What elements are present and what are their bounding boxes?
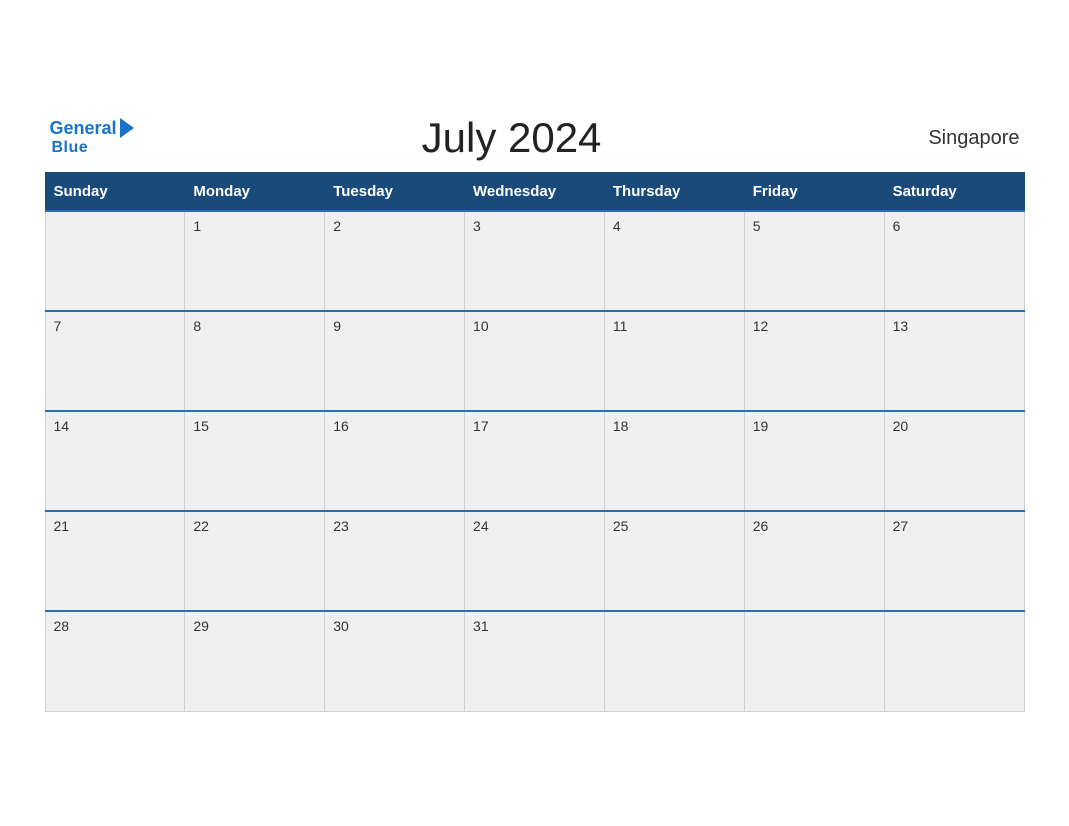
day-number: 29 (193, 618, 209, 634)
day-number: 10 (473, 318, 489, 334)
calendar-cell: 5 (744, 211, 884, 311)
day-number: 26 (753, 518, 769, 534)
day-number: 18 (613, 418, 629, 434)
logo-triangle-icon (120, 118, 134, 138)
calendar-cell (884, 611, 1024, 711)
calendar-week-row: 28 29 30 31 (45, 611, 1024, 711)
calendar-cell: 2 (325, 211, 465, 311)
calendar-cell: 1 (185, 211, 325, 311)
calendar-cell: 13 (884, 311, 1024, 411)
calendar-week-row: 7 8 9 10 11 12 13 (45, 311, 1024, 411)
header-wednesday: Wednesday (465, 173, 605, 212)
day-number: 24 (473, 518, 489, 534)
calendar-cell (45, 211, 185, 311)
calendar-cell (744, 611, 884, 711)
day-number: 28 (54, 618, 70, 634)
day-number: 3 (473, 218, 481, 234)
header-friday: Friday (744, 173, 884, 212)
day-number: 15 (193, 418, 209, 434)
calendar-cell: 10 (465, 311, 605, 411)
calendar-cell: 6 (884, 211, 1024, 311)
calendar-week-row: 21 22 23 24 25 26 27 (45, 511, 1024, 611)
calendar-cell: 11 (604, 311, 744, 411)
day-number: 4 (613, 218, 621, 234)
day-number: 30 (333, 618, 349, 634)
day-number: 9 (333, 318, 341, 334)
location-label: Singapore (890, 127, 1020, 150)
day-number: 27 (893, 518, 909, 534)
header-monday: Monday (185, 173, 325, 212)
day-number: 22 (193, 518, 209, 534)
day-number: 2 (333, 218, 341, 234)
calendar-cell: 18 (604, 411, 744, 511)
calendar-cell: 8 (185, 311, 325, 411)
day-number: 31 (473, 618, 489, 634)
day-number: 19 (753, 418, 769, 434)
calendar-cell: 16 (325, 411, 465, 511)
day-number: 14 (54, 418, 70, 434)
calendar-cell: 9 (325, 311, 465, 411)
calendar-week-row: 1 2 3 4 5 6 (45, 211, 1024, 311)
logo: General Blue (50, 119, 134, 157)
calendar-cell: 4 (604, 211, 744, 311)
day-number: 23 (333, 518, 349, 534)
calendar-cell: 20 (884, 411, 1024, 511)
day-number: 16 (333, 418, 349, 434)
header-tuesday: Tuesday (325, 173, 465, 212)
calendar-cell: 27 (884, 511, 1024, 611)
weekday-header-row: Sunday Monday Tuesday Wednesday Thursday… (45, 173, 1024, 212)
calendar-cell: 7 (45, 311, 185, 411)
day-number: 11 (613, 318, 628, 334)
calendar-cell: 29 (185, 611, 325, 711)
calendar-cell (604, 611, 744, 711)
day-number: 12 (753, 318, 769, 334)
day-number: 7 (54, 318, 62, 334)
day-number: 6 (893, 218, 901, 234)
calendar-cell: 15 (185, 411, 325, 511)
day-number: 5 (753, 218, 761, 234)
calendar-week-row: 14 15 16 17 18 19 20 (45, 411, 1024, 511)
page-container: General Blue July 2024 Singapore Sunday … (25, 94, 1045, 732)
day-number: 20 (893, 418, 909, 434)
logo-line1: General (50, 119, 134, 139)
logo-text-blue: Blue (52, 139, 89, 157)
month-title: July 2024 (134, 114, 890, 162)
header: General Blue July 2024 Singapore (45, 114, 1025, 162)
calendar-cell: 21 (45, 511, 185, 611)
day-number: 21 (54, 518, 70, 534)
calendar-cell: 23 (325, 511, 465, 611)
day-number: 1 (193, 218, 201, 234)
calendar-cell: 25 (604, 511, 744, 611)
calendar-cell: 24 (465, 511, 605, 611)
logo-text-general: General (50, 119, 117, 139)
calendar-cell: 17 (465, 411, 605, 511)
calendar-cell: 28 (45, 611, 185, 711)
calendar-cell: 14 (45, 411, 185, 511)
calendar-cell: 30 (325, 611, 465, 711)
calendar-cell: 22 (185, 511, 325, 611)
day-number: 17 (473, 418, 489, 434)
calendar-cell: 12 (744, 311, 884, 411)
calendar-cell: 31 (465, 611, 605, 711)
header-sunday: Sunday (45, 173, 185, 212)
day-number: 13 (893, 318, 909, 334)
day-number: 25 (613, 518, 629, 534)
calendar-table: Sunday Monday Tuesday Wednesday Thursday… (45, 172, 1025, 712)
calendar-cell: 3 (465, 211, 605, 311)
day-number: 8 (193, 318, 201, 334)
calendar-cell: 19 (744, 411, 884, 511)
header-saturday: Saturday (884, 173, 1024, 212)
calendar-cell: 26 (744, 511, 884, 611)
logo-wrapper: General Blue (50, 119, 134, 157)
header-thursday: Thursday (604, 173, 744, 212)
